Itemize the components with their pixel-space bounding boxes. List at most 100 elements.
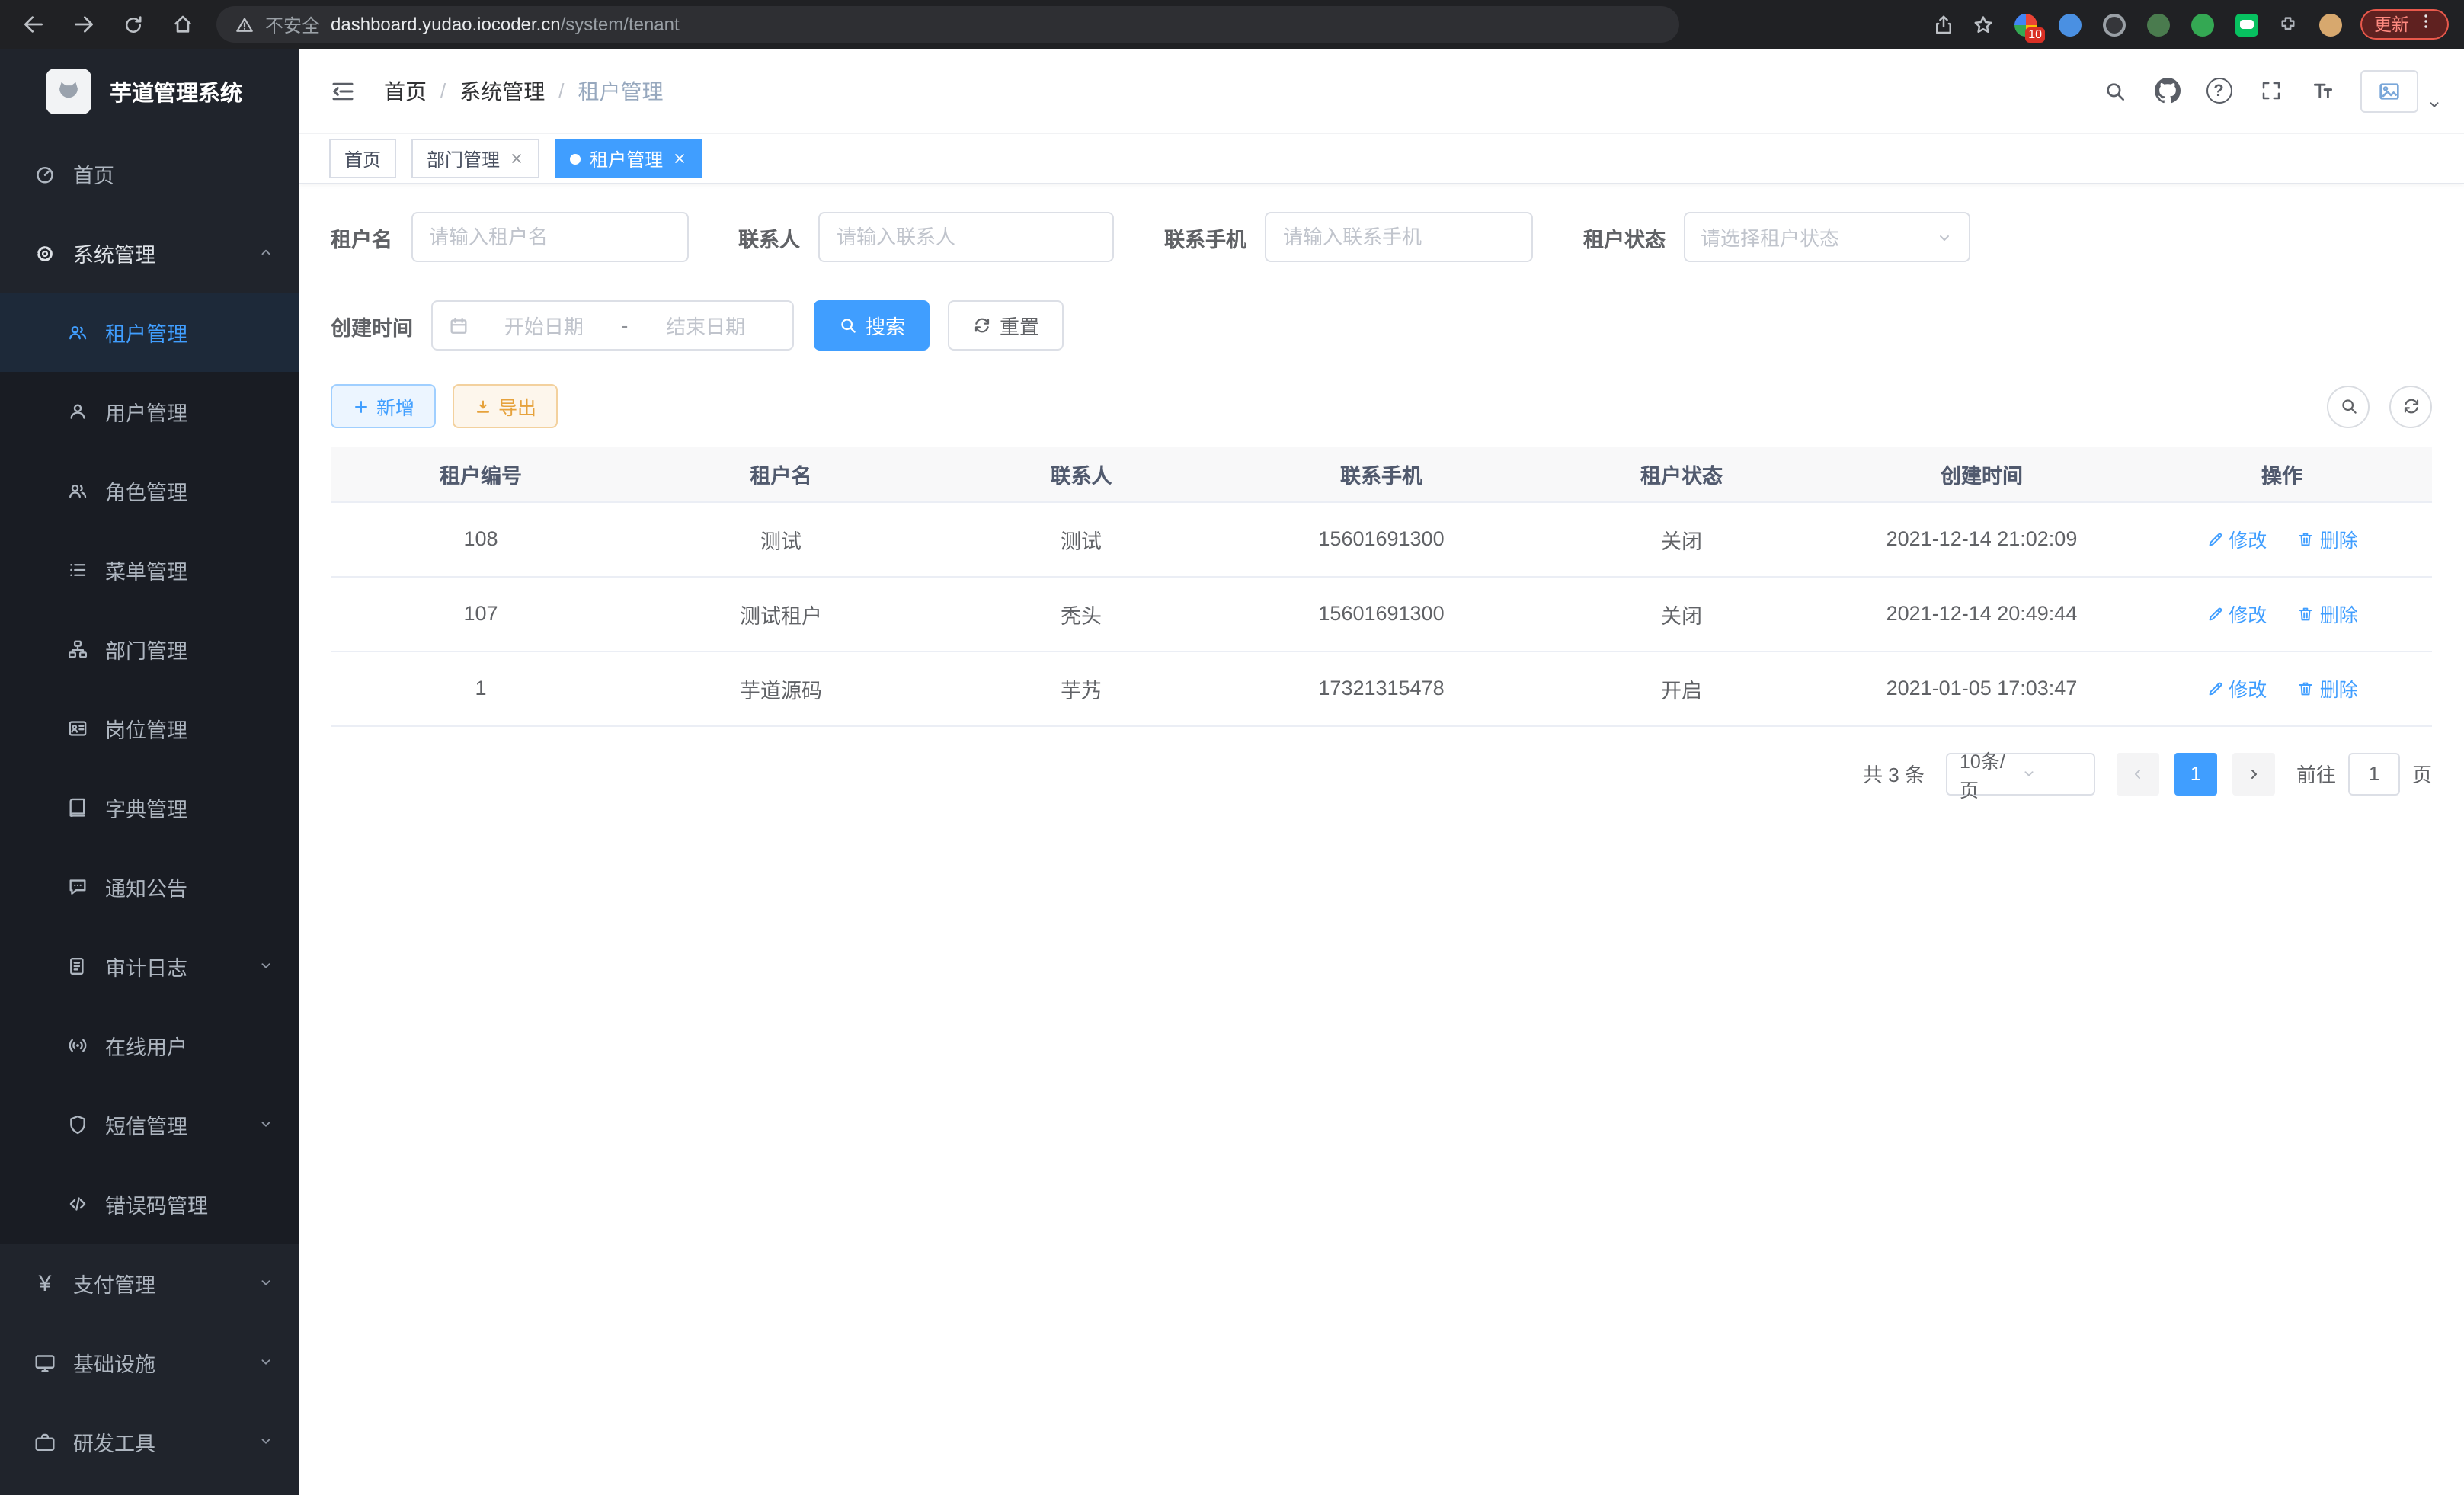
tab-tenant[interactable]: 租户管理 bbox=[555, 139, 702, 178]
edit-icon bbox=[2206, 679, 2224, 697]
dashboard-icon bbox=[34, 162, 56, 185]
share-icon[interactable] bbox=[1932, 13, 1955, 36]
extension-icon-6[interactable] bbox=[2232, 11, 2260, 38]
sidebar-item-online-user[interactable]: 在线用户 bbox=[0, 1006, 299, 1085]
sidebar-item-tenant[interactable]: 租户管理 bbox=[0, 293, 299, 372]
status-select[interactable]: 请选择租户状态 bbox=[1684, 212, 1970, 262]
fullscreen-icon[interactable] bbox=[2245, 49, 2296, 133]
browser-profile-avatar[interactable] bbox=[2316, 11, 2344, 38]
extension-glyph bbox=[2146, 13, 2169, 36]
forward-icon[interactable] bbox=[72, 12, 96, 37]
page-content: 租户名 联系人 联系手机 租户状态 请选择租户状态 创建时间 开始日期 - bbox=[299, 212, 2464, 795]
delete-link[interactable]: 删除 bbox=[2297, 524, 2358, 553]
col-status: 租户状态 bbox=[1531, 447, 1832, 501]
export-button[interactable]: 导出 bbox=[453, 384, 558, 428]
search-button[interactable]: 搜索 bbox=[814, 300, 930, 351]
sidebar-item-devtools[interactable]: 研发工具 bbox=[0, 1402, 299, 1481]
breadcrumb-home[interactable]: 首页 bbox=[384, 75, 427, 106]
extension-icon-5[interactable] bbox=[2188, 11, 2216, 38]
date-range-picker[interactable]: 开始日期 - 结束日期 bbox=[431, 300, 794, 351]
sidebar-item-home[interactable]: 首页 bbox=[0, 134, 299, 213]
sidebar-item-menu[interactable]: 菜单管理 bbox=[0, 530, 299, 610]
cell-phone: 15601691300 bbox=[1231, 576, 1531, 651]
sidebar-item-role[interactable]: 角色管理 bbox=[0, 451, 299, 530]
chevron-down-icon bbox=[1935, 228, 1954, 246]
font-size-icon[interactable] bbox=[2296, 49, 2348, 133]
delete-link[interactable]: 删除 bbox=[2297, 599, 2358, 628]
sidebar-item-dept[interactable]: 部门管理 bbox=[0, 610, 299, 689]
browser-chrome: 不安全 dashboard.yudao.iocoder.cn/system/te… bbox=[0, 0, 2464, 49]
page-size-select[interactable]: 10条/页 bbox=[1946, 752, 2095, 795]
reset-button[interactable]: 重置 bbox=[948, 300, 1064, 351]
delete-link[interactable]: 删除 bbox=[2297, 674, 2358, 703]
extension-icon-2[interactable] bbox=[2056, 11, 2083, 38]
sidebar-item-audit-log[interactable]: 审计日志 bbox=[0, 927, 299, 1006]
col-phone: 联系手机 bbox=[1231, 447, 1531, 501]
download-icon bbox=[474, 397, 492, 415]
menu-label: 通知公告 bbox=[105, 872, 187, 902]
next-page-button[interactable] bbox=[2232, 752, 2275, 795]
plus-icon bbox=[352, 397, 370, 415]
page-number-1[interactable]: 1 bbox=[2174, 752, 2217, 795]
kebab-menu-icon[interactable] bbox=[2417, 11, 2435, 38]
reload-icon[interactable] bbox=[122, 13, 145, 36]
search-icon[interactable] bbox=[2089, 49, 2141, 133]
tab-home[interactable]: 首页 bbox=[329, 139, 396, 178]
back-icon[interactable] bbox=[21, 12, 46, 37]
sidebar-item-dict[interactable]: 字典管理 bbox=[0, 768, 299, 847]
sidebar-item-payment[interactable]: ¥ 支付管理 bbox=[0, 1244, 299, 1323]
tab-dept[interactable]: 部门管理 bbox=[411, 139, 539, 178]
edit-link[interactable]: 修改 bbox=[2206, 524, 2267, 553]
close-icon[interactable] bbox=[672, 151, 687, 166]
collapse-sidebar-icon[interactable] bbox=[329, 77, 357, 104]
extension-icon-4[interactable] bbox=[2144, 11, 2171, 38]
right-toolbar bbox=[2327, 385, 2432, 427]
extension-badge: 10 bbox=[2025, 27, 2045, 43]
goto-page-input[interactable] bbox=[2348, 752, 2400, 795]
edit-link[interactable]: 修改 bbox=[2206, 599, 2267, 628]
app-logo[interactable]: 芋道管理系统 bbox=[0, 49, 299, 134]
cell-contact: 秃头 bbox=[931, 576, 1231, 651]
url-bar[interactable]: 不安全 dashboard.yudao.iocoder.cn/system/te… bbox=[216, 6, 1679, 43]
sidebar-item-sms[interactable]: 短信管理 bbox=[0, 1085, 299, 1164]
extension-glyph bbox=[2190, 13, 2213, 36]
cell-created: 2021-12-14 20:49:44 bbox=[1832, 576, 2132, 651]
browser-update-button[interactable]: 更新 bbox=[2360, 9, 2449, 40]
phone-input[interactable] bbox=[1265, 212, 1533, 262]
signal-icon bbox=[67, 1035, 88, 1056]
menu-label: 首页 bbox=[73, 158, 114, 189]
tenant-name-input[interactable] bbox=[411, 212, 688, 262]
refresh-button[interactable] bbox=[2389, 385, 2432, 427]
sidebar-item-post[interactable]: 岗位管理 bbox=[0, 689, 299, 768]
add-button[interactable]: 新增 bbox=[331, 384, 436, 428]
add-button-label: 新增 bbox=[376, 392, 414, 421]
extension-icon-1[interactable]: 10 bbox=[2011, 11, 2039, 38]
extension-icon-3[interactable] bbox=[2100, 11, 2127, 38]
extensions-puzzle-icon[interactable] bbox=[2277, 13, 2299, 36]
help-icon[interactable]: ? bbox=[2193, 49, 2245, 133]
edit-link[interactable]: 修改 bbox=[2206, 674, 2267, 703]
breadcrumb-section[interactable]: 系统管理 bbox=[459, 75, 545, 106]
github-icon[interactable] bbox=[2141, 49, 2193, 133]
home-icon[interactable] bbox=[171, 12, 195, 37]
sidebar-item-user[interactable]: 用户管理 bbox=[0, 372, 299, 451]
bookmark-star-icon[interactable] bbox=[1972, 13, 1995, 36]
sidebar-item-system[interactable]: 系统管理 bbox=[0, 213, 299, 293]
avatar-caret-icon[interactable] bbox=[2426, 93, 2443, 120]
sidebar-item-notice[interactable]: 通知公告 bbox=[0, 847, 299, 927]
close-icon[interactable] bbox=[509, 151, 524, 166]
contact-input[interactable] bbox=[818, 212, 1114, 262]
edit-label: 修改 bbox=[2229, 524, 2267, 553]
not-secure-label: 不安全 bbox=[265, 11, 320, 37]
sidebar-item-error-code[interactable]: 错误码管理 bbox=[0, 1164, 299, 1244]
page-size-label: 10条/页 bbox=[1960, 744, 2021, 802]
trash-icon bbox=[2297, 604, 2315, 623]
cell-tenant-id: 1 bbox=[331, 651, 631, 725]
user-avatar[interactable] bbox=[2360, 69, 2418, 112]
toggle-search-button[interactable] bbox=[2327, 385, 2370, 427]
tab-label: 首页 bbox=[344, 146, 381, 171]
url-path: /system/tenant bbox=[561, 14, 680, 35]
prev-page-button[interactable] bbox=[2117, 752, 2159, 795]
app-header: 首页 / 系统管理 / 租户管理 ? bbox=[299, 49, 2464, 134]
sidebar-item-infra[interactable]: 基础设施 bbox=[0, 1323, 299, 1402]
